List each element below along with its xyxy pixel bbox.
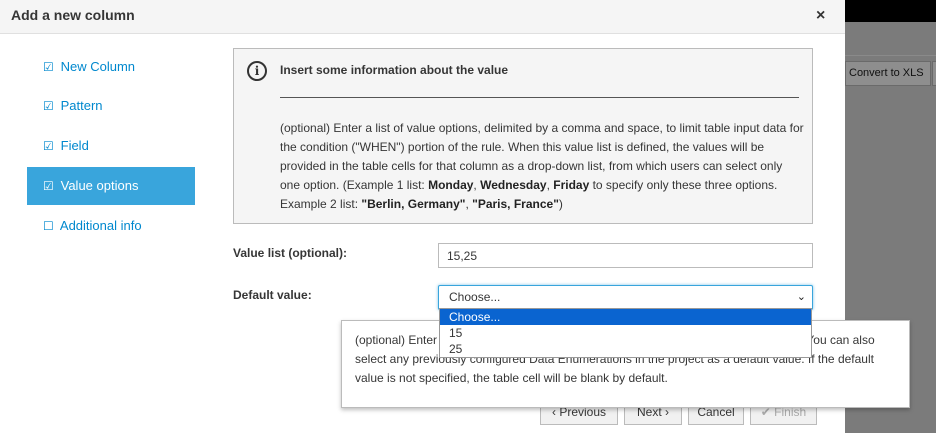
modal-header: Add a new column × <box>0 0 845 34</box>
modal-title: Add a new column <box>11 7 135 23</box>
nav-item-label: Pattern <box>60 98 103 113</box>
nav-item-label: New Column <box>60 59 136 74</box>
close-button[interactable]: × <box>816 7 825 25</box>
nav-item-value-options[interactable]: ☑ Value options <box>27 167 195 205</box>
nav-item-additional-info[interactable]: ☐ Additional info <box>27 207 195 245</box>
dropdown-option[interactable]: Choose... <box>440 309 811 325</box>
info-box: i Insert some information about the valu… <box>233 48 813 224</box>
nav-item-label: Additional info <box>59 218 142 233</box>
checkbox-checked-icon: ☑ <box>43 179 54 193</box>
nav-item-pattern[interactable]: ☑ Pattern <box>27 87 195 125</box>
background-topbar <box>845 0 936 22</box>
value-list-label: Value list (optional): <box>233 246 348 260</box>
dropdown-option[interactable]: 25 <box>440 341 811 357</box>
default-value-selected: Choose... <box>449 290 501 304</box>
info-divider <box>280 97 799 98</box>
value-list-input[interactable] <box>438 243 813 268</box>
checkbox-checked-icon: ☑ <box>43 99 54 113</box>
nav-item-new-column[interactable]: ☑ New Column <box>27 48 195 86</box>
checkbox-checked-icon: ☑ <box>43 139 54 153</box>
nav-item-field[interactable]: ☑ Field <box>27 127 195 165</box>
checkbox-checked-icon: ☑ <box>43 60 54 74</box>
convert-to-xls-button: Convert to XLS <box>845 61 931 86</box>
nav-item-label: Field <box>60 138 89 153</box>
nav-item-label: Value options <box>60 178 139 193</box>
checkbox-unchecked-icon: ☐ <box>43 219 54 233</box>
info-description: (optional) Enter a list of value options… <box>280 121 804 211</box>
default-value-select[interactable]: Choose... ⌄ <box>438 285 813 310</box>
background-toolbar-button <box>932 61 936 86</box>
default-value-label: Default value: <box>233 288 312 302</box>
default-value-dropdown: Choose... 15 25 <box>439 308 812 358</box>
background-divider <box>845 55 936 56</box>
info-icon: i <box>247 61 267 81</box>
info-title: Insert some information about the value <box>280 63 509 77</box>
chevron-down-icon: ⌄ <box>796 291 806 303</box>
dropdown-option[interactable]: 15 <box>440 325 811 341</box>
